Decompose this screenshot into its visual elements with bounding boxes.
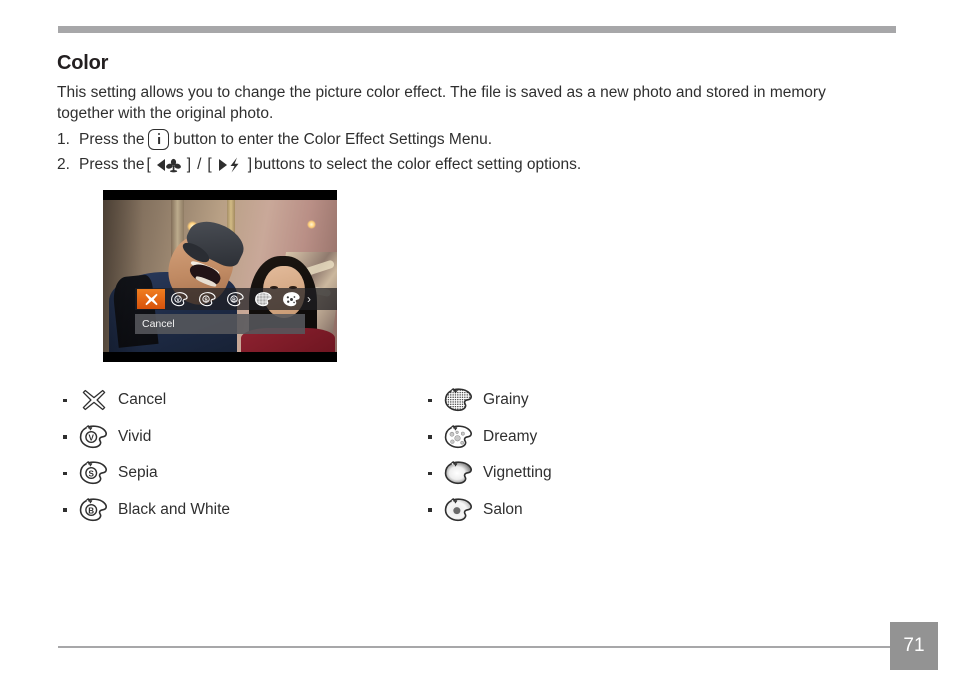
- step-2-text: Press the [ ] / [] buttons to select th…: [79, 152, 581, 177]
- svg-text:V: V: [89, 433, 95, 442]
- osd-sepia-effect-icon[interactable]: S: [193, 289, 221, 309]
- svg-text:B: B: [88, 506, 94, 515]
- list-item: B Black and White: [60, 492, 230, 529]
- page-title: Color: [57, 52, 109, 74]
- step-2-bracket-close: ]: [186, 156, 192, 173]
- cancel-effect-icon: [70, 388, 118, 412]
- black-and-white-effect-icon: B: [70, 497, 118, 523]
- list-item: Vignetting: [425, 455, 552, 492]
- list-item-label: Black and White: [118, 500, 230, 518]
- svg-text:S: S: [89, 470, 95, 479]
- bullet: [60, 471, 70, 475]
- bullet: [425, 508, 435, 512]
- bullet: [60, 435, 70, 439]
- svg-text:V: V: [176, 297, 180, 303]
- list-item-label: Sepia: [118, 464, 158, 482]
- right-arrow-flash-icon: [217, 157, 243, 173]
- osd-grainy-effect-icon[interactable]: [249, 289, 277, 309]
- sepia-effect-icon: S: [70, 460, 118, 486]
- osd-dreamy-effect-icon[interactable]: [277, 289, 305, 309]
- osd-selected-effect-label: Cancel: [135, 314, 305, 334]
- list-item-label: Salon: [483, 500, 523, 518]
- list-item: Salon: [425, 492, 552, 529]
- bullet: [60, 398, 70, 402]
- intro-paragraph: This setting allows you to change the pi…: [57, 84, 826, 122]
- vivid-effect-icon: V: [70, 424, 118, 450]
- left-arrow-macro-icon: [156, 157, 182, 173]
- step-2-bracket-open: [: [146, 156, 151, 173]
- salon-effect-icon: [435, 497, 483, 523]
- camera-screen-illustration: V S B › Cancel: [103, 190, 337, 362]
- effect-legend-right: Grainy Dreamy Vignetting Salon: [425, 382, 552, 528]
- bullet: [60, 508, 70, 512]
- step-1: 1. Press the button to enter the Color E…: [57, 127, 877, 152]
- list-item-label: Vivid: [118, 427, 152, 445]
- list-item: S Sepia: [60, 455, 230, 492]
- effect-legend-left: Cancel V Vivid S Sepia B Black and White: [60, 382, 230, 528]
- svg-text:B: B: [232, 297, 236, 303]
- bullet: [425, 398, 435, 402]
- header-rule: [58, 26, 896, 33]
- list-item: Dreamy: [425, 419, 552, 456]
- step-2-bracket-open-2: [: [207, 156, 212, 173]
- step-1-text: Press the button to enter the Color Effe…: [79, 127, 492, 152]
- step-2-text-before: Press the: [79, 156, 145, 173]
- step-2-text-after: buttons to select the color effect setti…: [254, 156, 582, 173]
- osd-black-and-white-effect-icon[interactable]: B: [221, 289, 249, 309]
- list-item: Grainy: [425, 382, 552, 419]
- osd-effect-strip[interactable]: V S B ›: [135, 288, 337, 310]
- step-1-text-after: button to enter the Color Effect Setting…: [173, 131, 492, 148]
- footer-rule: [58, 646, 890, 648]
- step-1-text-before: Press the: [79, 131, 145, 148]
- list-item-label: Vignetting: [483, 464, 552, 482]
- step-2-number: 2.: [57, 156, 70, 173]
- osd-vivid-effect-icon[interactable]: V: [165, 289, 193, 309]
- list-item-label: Grainy: [483, 391, 529, 409]
- list-item-label: Cancel: [118, 391, 167, 409]
- photo-light-2: [307, 220, 316, 229]
- list-item: Cancel: [60, 382, 230, 419]
- svg-text:S: S: [204, 297, 208, 303]
- step-1-number: 1.: [57, 131, 70, 148]
- step-2-bracket-close-2: ]: [247, 156, 253, 173]
- grainy-effect-icon: [435, 387, 483, 413]
- osd-more-arrow-icon[interactable]: ›: [307, 292, 311, 306]
- step-2: 2. Press the [ ] / [] buttons to select…: [57, 152, 877, 177]
- osd-cancel-effect-icon[interactable]: [137, 289, 165, 309]
- list-item-label: Dreamy: [483, 427, 538, 445]
- page-number-badge: 71: [890, 622, 938, 670]
- bullet: [425, 435, 435, 439]
- step-2-separator: /: [197, 156, 202, 173]
- vignetting-effect-icon: [435, 460, 483, 486]
- dreamy-effect-icon: [435, 424, 483, 450]
- steps-list: 1. Press the button to enter the Color E…: [57, 127, 877, 177]
- bullet: [425, 471, 435, 475]
- list-item: V Vivid: [60, 419, 230, 456]
- info-button-icon: [148, 129, 170, 150]
